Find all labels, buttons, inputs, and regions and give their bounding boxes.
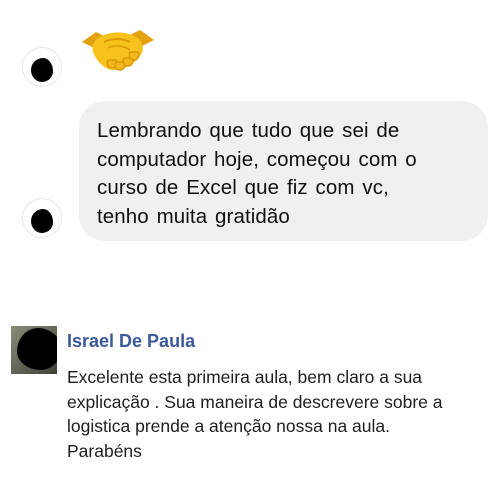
comment-text: Excelente esta primeira aula, bem claro … [67, 367, 443, 461]
message-bubble[interactable]: Lembrando que tudo que sei de computador… [79, 101, 488, 241]
comment-author-name[interactable]: Israel De Paula [67, 331, 195, 352]
commenter-avatar[interactable] [11, 326, 57, 374]
message-text: Lembrando que tudo que sei de computador… [97, 119, 417, 228]
redacted-avatar-mark [31, 209, 53, 233]
sender-avatar[interactable] [22, 198, 62, 238]
redacted-avatar-mark [17, 328, 57, 370]
handshake-emoji-icon [78, 20, 158, 80]
redacted-avatar-mark [31, 58, 53, 82]
sender-avatar[interactable] [22, 47, 62, 87]
